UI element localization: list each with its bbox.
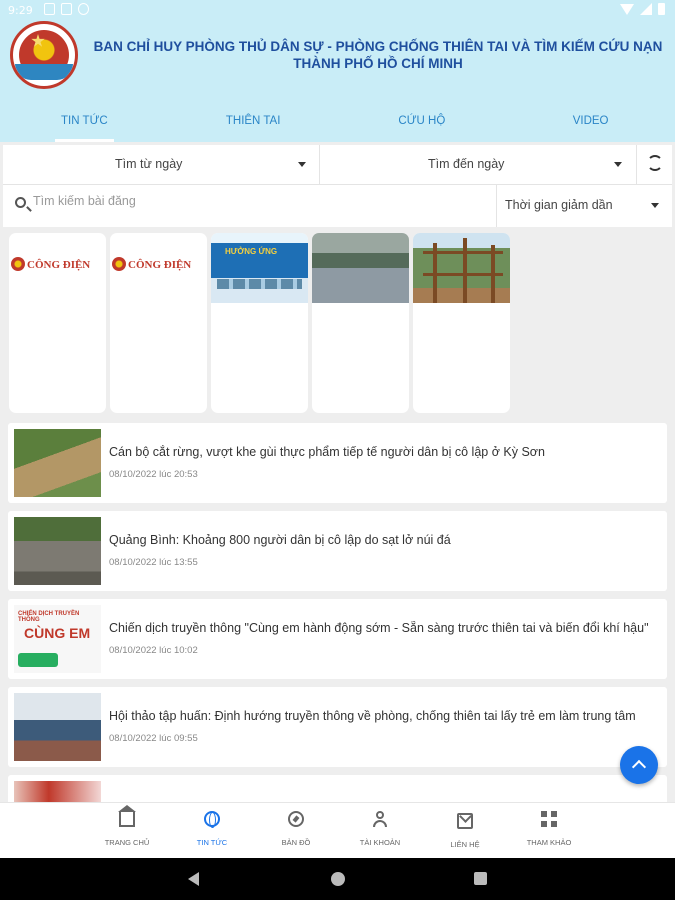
recents-icon[interactable]: [474, 872, 487, 885]
thumbnail-caption: CHIẾN DỊCH TRUYỀN THÔNG: [18, 611, 80, 623]
nav-ban-do[interactable]: BẢN ĐỒ: [261, 809, 331, 850]
featured-card[interactable]: CÔNG ĐIỆN: [9, 233, 106, 413]
scroll-to-top-button[interactable]: [620, 746, 658, 784]
filter-panel: Tìm từ ngày Tìm đến ngày Thời gian giảm …: [3, 145, 672, 227]
news-thumbnail: [14, 693, 101, 761]
status-bar: 9:29: [0, 0, 675, 22]
qr-grid-icon: [541, 811, 557, 827]
app-header: 9:29 BAN CHỈ HUY PHÒNG THỦ DÂN SỰ - PHÒN…: [0, 0, 675, 142]
card-thumbnail: [312, 233, 409, 303]
card-thumbnail: HƯỞNG ỨNG: [211, 233, 308, 303]
home-circle-icon[interactable]: [331, 872, 345, 886]
bottom-navigation: TRANG CHỦ TIN TỨC BẢN ĐỒ TÀI KHOẢN LIÊN …: [0, 802, 675, 858]
featured-card[interactable]: CÔNG ĐIỆN: [110, 233, 207, 413]
sim-icon: [61, 3, 72, 15]
person-icon: [372, 811, 388, 827]
sort-select[interactable]: Thời gian giảm dần: [497, 185, 672, 227]
to-date-label: Tìm đến ngày: [428, 157, 505, 171]
notification-icon: [44, 3, 55, 15]
news-thumbnail: [14, 781, 101, 802]
card-thumbnail: CÔNG ĐIỆN: [9, 233, 106, 303]
search-input[interactable]: [33, 194, 433, 208]
title-line-2: THÀNH PHỐ HỒ CHÍ MINH: [293, 56, 463, 71]
from-date-label: Tìm từ ngày: [115, 157, 183, 171]
news-thumbnail: [14, 517, 101, 585]
news-item[interactable]: [8, 775, 667, 802]
battery-icon: [658, 3, 665, 15]
featured-card[interactable]: [413, 233, 510, 413]
nav-tai-khoan[interactable]: TÀI KHOẢN: [345, 809, 415, 850]
news-title: Cán bộ cắt rừng, vượt khe gùi thực phẩm …: [109, 445, 545, 459]
tab-tin-tuc[interactable]: TIN TỨC: [0, 108, 169, 142]
chevron-down-icon: [651, 203, 659, 208]
nav-label: TÀI KHOẢN: [359, 838, 401, 847]
search-row: Thời gian giảm dần: [3, 185, 672, 227]
news-title: Quảng Bình: Khoảng 800 người dân bị cô l…: [109, 533, 451, 547]
refresh-icon: [647, 155, 663, 171]
news-thumbnail: [14, 429, 101, 497]
news-item[interactable]: Cán bộ cắt rừng, vượt khe gùi thực phẩm …: [8, 423, 667, 503]
top-tabs: TIN TỨC THIÊN TAI CỨU HỘ VIDEO: [0, 108, 675, 142]
card-label: HƯỞNG ỨNG: [225, 247, 278, 256]
compass-icon: [288, 811, 304, 827]
nav-tin-tuc[interactable]: TIN TỨC: [177, 809, 247, 850]
search-icon: [15, 197, 26, 208]
nav-tham-khao[interactable]: THAM KHẢO: [514, 809, 584, 850]
nav-label: LIÊN HỆ: [450, 840, 480, 849]
title-line-1: BAN CHỈ HUY PHÒNG THỦ DÂN SỰ - PHÒNG CHỐ…: [93, 39, 663, 54]
news-item[interactable]: Hội thảo tập huấn: Định hướng truyền thô…: [8, 687, 667, 767]
sync-icon: [78, 3, 89, 15]
globe-icon: [204, 811, 220, 828]
card-thumbnail: [413, 233, 510, 303]
news-list: Cán bộ cắt rừng, vượt khe gùi thực phẩm …: [0, 420, 675, 802]
nav-trang-chu[interactable]: TRANG CHỦ: [92, 805, 162, 850]
news-title: Chiến dịch truyền thông "Cùng em hành độ…: [109, 621, 649, 635]
back-icon[interactable]: [188, 872, 199, 886]
date-filter-row: Tìm từ ngày Tìm đến ngày: [3, 145, 672, 185]
system-navigation-bar: [0, 858, 675, 900]
news-date: 08/10/2022 lúc 13:55: [109, 557, 198, 568]
nav-label: THAM KHẢO: [526, 838, 572, 847]
news-date: 08/10/2022 lúc 20:53: [109, 469, 198, 480]
news-date: 08/10/2022 lúc 09:55: [109, 733, 198, 744]
news-item[interactable]: Quảng Bình: Khoảng 800 người dân bị cô l…: [8, 511, 667, 591]
card-label: CÔNG ĐIỆN: [27, 259, 91, 271]
sort-label: Thời gian giảm dần: [505, 198, 613, 212]
news-item[interactable]: CHIẾN DỊCH TRUYỀN THÔNG CÙNG EM Chiến dị…: [8, 599, 667, 679]
mail-icon: [457, 813, 473, 829]
refresh-button[interactable]: [637, 145, 672, 184]
status-time: 9:29: [8, 4, 33, 17]
emblem-icon: [11, 257, 25, 271]
nav-label: TIN TỨC: [196, 838, 228, 847]
chevron-down-icon: [614, 162, 622, 167]
nav-label: BẢN ĐỒ: [281, 838, 311, 847]
news-date: 08/10/2022 lúc 10:02: [109, 645, 198, 656]
thumbnail-heading: CÙNG EM: [24, 625, 91, 641]
emblem-icon: [112, 257, 126, 271]
featured-card[interactable]: [312, 233, 409, 413]
status-notification-icons: [44, 3, 89, 15]
featured-cards: CÔNG ĐIỆN CÔNG ĐIỆN HƯỞNG ỨNG: [0, 233, 675, 415]
emblem-logo: [10, 21, 78, 89]
chevron-down-icon: [298, 162, 306, 167]
signal-icon: [640, 3, 652, 15]
nav-label: TRANG CHỦ: [104, 838, 150, 847]
tab-thien-tai[interactable]: THIÊN TAI: [169, 108, 338, 142]
home-icon: [118, 805, 136, 827]
nav-lien-he[interactable]: LIÊN HỆ: [430, 809, 500, 852]
featured-card[interactable]: HƯỞNG ỨNG: [211, 233, 308, 413]
page-title: BAN CHỈ HUY PHÒNG THỦ DÂN SỰ - PHÒNG CHỐ…: [92, 38, 664, 72]
wifi-icon: [620, 3, 634, 15]
tab-video[interactable]: VIDEO: [506, 108, 675, 142]
search-box: [3, 185, 497, 227]
card-thumbnail: CÔNG ĐIỆN: [110, 233, 207, 303]
news-thumbnail: CHIẾN DỊCH TRUYỀN THÔNG CÙNG EM: [14, 605, 101, 673]
tab-cuu-ho[interactable]: CỨU HỘ: [338, 108, 507, 142]
news-title: Hội thảo tập huấn: Định hướng truyền thô…: [109, 709, 636, 723]
from-date-select[interactable]: Tìm từ ngày: [3, 145, 320, 184]
to-date-select[interactable]: Tìm đến ngày: [320, 145, 637, 184]
status-system-icons: [620, 3, 665, 15]
card-label: CÔNG ĐIỆN: [128, 259, 192, 271]
